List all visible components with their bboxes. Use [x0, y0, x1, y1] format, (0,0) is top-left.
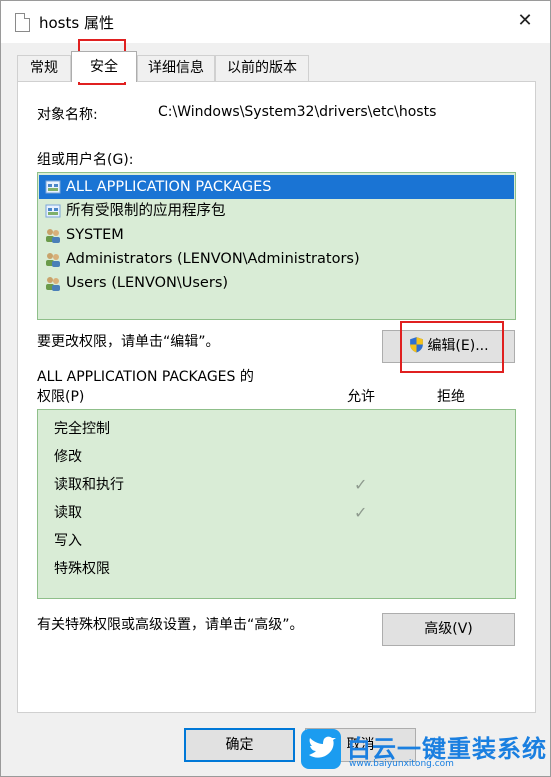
- highlight-box-edit-button: [400, 321, 504, 373]
- close-icon[interactable]: ✕: [513, 9, 537, 33]
- window-title: hosts 属性: [39, 14, 114, 32]
- allow-check-icon: ✓: [354, 503, 368, 522]
- object-name-value: C:\Windows\System32\drivers\etc\hosts: [158, 104, 437, 120]
- tab-general[interactable]: 常规: [17, 55, 71, 81]
- advanced-hint: 有关特殊权限或高级设置，请单击“高级”。: [37, 617, 304, 633]
- list-item[interactable]: SYSTEM: [39, 223, 514, 247]
- list-item-label: 所有受限制的应用程序包: [66, 203, 226, 219]
- ok-button[interactable]: 确定: [184, 728, 295, 762]
- groups-list: ALL APPLICATION PACKAGES 所有受限制的应用程序包 SYS…: [37, 172, 516, 320]
- change-hint: 要更改权限，请单击“编辑”。: [37, 334, 220, 350]
- table-row: 读取 ✓: [38, 499, 515, 527]
- list-item[interactable]: Administrators (LENVON\Administrators): [39, 247, 514, 271]
- allow-column-header: 允许: [347, 389, 375, 405]
- watermark-url: www.baiyunxitong.com: [349, 759, 454, 769]
- table-row: 修改: [38, 443, 515, 471]
- permission-name: 读取: [54, 505, 82, 521]
- list-item-label: Users (LENVON\Users): [66, 275, 229, 291]
- tab-security[interactable]: 安全: [71, 51, 137, 82]
- permission-name: 读取和执行: [54, 477, 124, 493]
- permissions-header-line2: 权限(P): [37, 389, 85, 405]
- list-item[interactable]: Users (LENVON\Users): [39, 271, 514, 295]
- groups-label: 组或用户名(G):: [37, 152, 134, 168]
- permission-name: 完全控制: [54, 421, 110, 437]
- tab-previous-versions[interactable]: 以前的版本: [215, 55, 309, 81]
- permissions-list: 完全控制 修改 读取和执行 ✓ 读取 ✓ 写入 特殊权限: [37, 409, 516, 599]
- list-item-label: ALL APPLICATION PACKAGES: [66, 179, 272, 195]
- permission-name: 修改: [54, 449, 82, 465]
- allow-check-icon: ✓: [354, 475, 368, 494]
- list-item-label: SYSTEM: [66, 227, 124, 243]
- list-item-label: Administrators (LENVON\Administrators): [66, 251, 360, 267]
- permission-name: 写入: [54, 533, 82, 549]
- bird-logo-icon: [301, 729, 341, 769]
- list-item[interactable]: ALL APPLICATION PACKAGES: [39, 175, 514, 199]
- object-name-label: 对象名称:: [37, 107, 98, 123]
- advanced-button[interactable]: 高级(V): [382, 613, 515, 646]
- watermark: 白云一键重装系统 www.baiyunxitong.com: [301, 723, 550, 775]
- package-icon: [45, 180, 61, 194]
- users-icon: [46, 277, 60, 291]
- users-icon: [46, 229, 60, 243]
- users-icon: [46, 253, 60, 267]
- table-row: 写入: [38, 527, 515, 555]
- package-icon: [45, 204, 61, 218]
- title-bar: hosts 属性 ✕: [1, 1, 550, 43]
- tab-details[interactable]: 详细信息: [137, 55, 215, 81]
- deny-column-header: 拒绝: [437, 389, 465, 405]
- table-row: 读取和执行 ✓: [38, 471, 515, 499]
- file-icon: [15, 13, 30, 32]
- permissions-header-line1: ALL APPLICATION PACKAGES 的: [37, 369, 254, 385]
- permission-name: 特殊权限: [54, 561, 110, 577]
- table-row: 特殊权限: [38, 555, 515, 583]
- properties-dialog: hosts 属性 ✕ 常规 安全 详细信息 以前的版本 对象名称: C:\Win…: [0, 0, 551, 777]
- table-row: 完全控制: [38, 415, 515, 443]
- list-item[interactable]: 所有受限制的应用程序包: [39, 199, 514, 223]
